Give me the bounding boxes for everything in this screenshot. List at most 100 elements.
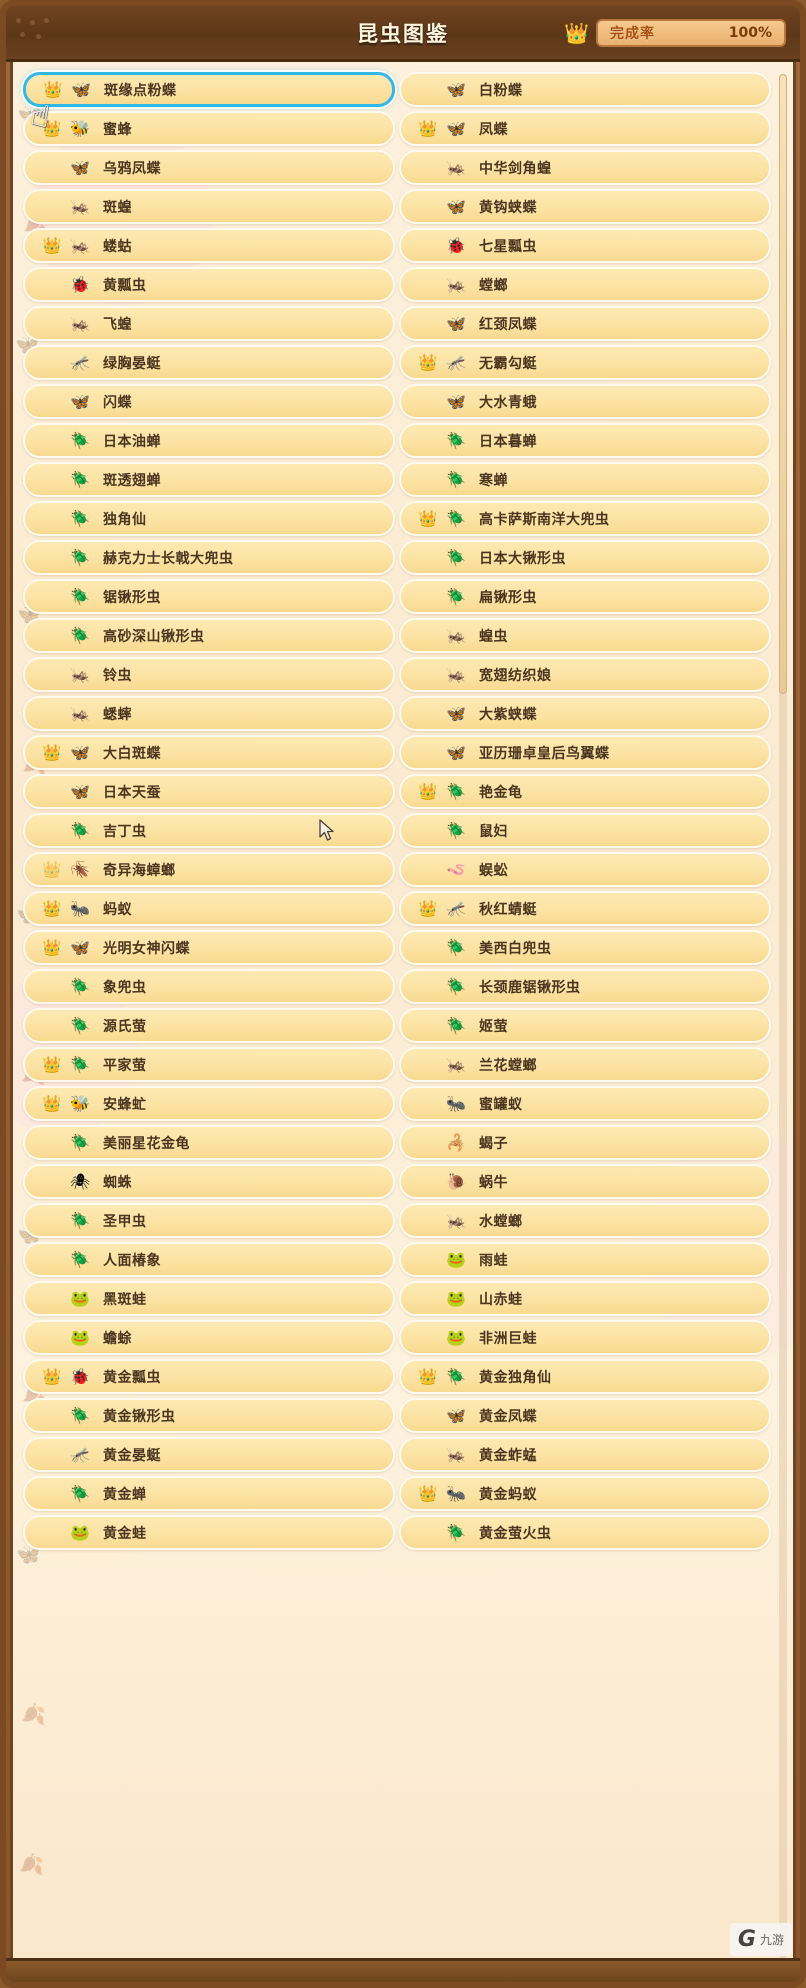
entry-row[interactable]: 👑🦋闪蝶 xyxy=(23,384,395,419)
entry-row[interactable]: 👑 🦋 斑缘点粉蝶 xyxy=(23,72,395,107)
entry-row[interactable]: 👑🦂蝎子 xyxy=(399,1125,771,1160)
insect-icon: 🦋 xyxy=(446,313,466,333)
entry-row[interactable]: 👑🪲寒蝉 xyxy=(399,462,771,497)
entry-row[interactable]: 👑🪲黄金萤火虫 xyxy=(399,1515,771,1550)
entry-row[interactable]: 👑🪲高砂深山锹形虫 xyxy=(23,618,395,653)
entry-row[interactable]: 👑🐸非洲巨蛙 xyxy=(399,1320,771,1355)
entry-row[interactable]: 👑🦋黄金凤蝶 xyxy=(399,1398,771,1433)
entry-row[interactable]: 👑🪲日本暮蝉 xyxy=(399,423,771,458)
entry-row[interactable]: 👑🪲斑透翅蝉 xyxy=(23,462,395,497)
entry-row[interactable]: 👑 🪲 平家萤 xyxy=(23,1047,395,1082)
entry-label: 亚历珊卓皇后鸟翼蝶 xyxy=(479,745,610,762)
entry-row[interactable]: 👑🦗兰花螳螂 xyxy=(399,1047,771,1082)
entry-row[interactable]: 👑🪲鼠妇 xyxy=(399,813,771,848)
entry-row[interactable]: 👑🪲美西白兜虫 xyxy=(399,930,771,965)
entry-label: 斑蝗 xyxy=(103,199,132,216)
entry-row[interactable]: 👑🦗宽翅纺织娘 xyxy=(399,657,771,692)
insect-icon: 🪲 xyxy=(70,1054,90,1074)
entry-row[interactable]: 👑🦗螳螂 xyxy=(399,267,771,302)
entry-row[interactable]: 👑🦋日本天蚕 xyxy=(23,774,395,809)
entry-list-viewport[interactable]: 👑 🦋 斑缘点粉蝶 👑 🦋 白粉蝶 👑 🐝 蜜蜂 👑 🦋 凤蝶 👑 🦋 乌鸦凤蝶 👑 🦗 中华剑角蝗 👑 🦗 斑蝗 👑 🦋 黄… xyxy=(13,62,793,1970)
entry-row[interactable]: 👑🪲黄金锹形虫 xyxy=(23,1398,395,1433)
entry-row[interactable]: 👑 🪲 黄金独角仙 xyxy=(399,1359,771,1394)
entry-row[interactable]: 👑🐸山赤蛙 xyxy=(399,1281,771,1316)
entry-label: 黄金晏蜓 xyxy=(103,1447,161,1464)
entry-row[interactable]: 👑🦗黄金蚱蜢 xyxy=(399,1437,771,1472)
entry-row[interactable]: 👑🪲独角仙 xyxy=(23,501,395,536)
entry-row[interactable]: 👑 🐝 蜜蜂 xyxy=(23,111,395,146)
insect-icon: 🦗 xyxy=(446,274,466,294)
entry-row[interactable]: 👑🐸蟾蜍 xyxy=(23,1320,395,1355)
entry-row[interactable]: 👑🦟绿胸晏蜓 xyxy=(23,345,395,380)
entry-label: 日本大锹形虫 xyxy=(479,550,566,567)
entry-row[interactable]: 👑🪲长颈鹿锯锹形虫 xyxy=(399,969,771,1004)
entry-row[interactable]: 👑🪲黄金蝉 xyxy=(23,1476,395,1511)
insect-icon: 🐸 xyxy=(446,1249,466,1269)
entry-row[interactable]: 👑🦗中华剑角蝗 xyxy=(399,150,771,185)
entry-row[interactable]: 👑 🐜 蚂蚁 xyxy=(23,891,395,926)
entry-row[interactable]: 👑🐸黄金蛙 xyxy=(23,1515,395,1550)
entry-label: 铃虫 xyxy=(103,667,132,684)
entry-row[interactable]: 👑 🪳 奇异海蟑螂 xyxy=(23,852,395,887)
entry-row[interactable]: 👑🦋白粉蝶 xyxy=(399,72,771,107)
entry-row[interactable]: 👑 🦋 凤蝶 xyxy=(399,111,771,146)
insect-icon: 🐸 xyxy=(446,1327,466,1347)
scrollbar-track[interactable] xyxy=(779,74,787,1958)
entry-row[interactable]: 👑🪲赫克力士长戟大兜虫 xyxy=(23,540,395,575)
entry-row[interactable]: 👑🪲圣甲虫 xyxy=(23,1203,395,1238)
entry-label: 吉丁虫 xyxy=(103,823,147,840)
entry-label: 黄金蚂蚁 xyxy=(479,1486,537,1503)
entry-row[interactable]: 👑🦗蝗虫 xyxy=(399,618,771,653)
entry-row[interactable]: 👑🦋黄钩蛱蝶 xyxy=(399,189,771,224)
entry-row[interactable]: 👑🦟黄金晏蜓 xyxy=(23,1437,395,1472)
entry-row[interactable]: 👑🪲扁锹形虫 xyxy=(399,579,771,614)
entry-row[interactable]: 👑🪲姬萤 xyxy=(399,1008,771,1043)
insect-icon: 🦗 xyxy=(446,625,466,645)
entry-row[interactable]: 👑🐞七星瓢虫 xyxy=(399,228,771,263)
entry-row[interactable]: 👑🦋亚历珊卓皇后鸟翼蝶 xyxy=(399,735,771,770)
entry-row[interactable]: 👑 🐞 黄金瓢虫 xyxy=(23,1359,395,1394)
entry-row[interactable]: 👑🐌蜗牛 xyxy=(399,1164,771,1199)
entry-row[interactable]: 👑 🦋 光明女神闪蝶 xyxy=(23,930,395,965)
entry-row[interactable]: 👑🐜蜜罐蚁 xyxy=(399,1086,771,1121)
entry-row[interactable]: 👑🪲锯锹形虫 xyxy=(23,579,395,614)
entry-row[interactable]: 👑🐸黑斑蛙 xyxy=(23,1281,395,1316)
entry-row[interactable]: 👑🪲日本油蝉 xyxy=(23,423,395,458)
entry-row[interactable]: 👑🦋大紫蛱蝶 xyxy=(399,696,771,731)
entry-row[interactable]: 👑🪲美丽星花金龟 xyxy=(23,1125,395,1160)
entry-row[interactable]: 👑🦗飞蝗 xyxy=(23,306,395,341)
entry-row[interactable]: 👑 🦟 秋红蜻蜓 xyxy=(399,891,771,926)
entry-row[interactable]: 👑 🪲 高卡萨斯南洋大兜虫 xyxy=(399,501,771,536)
entry-row[interactable]: 👑🪲吉丁虫 xyxy=(23,813,395,848)
entry-label: 大紫蛱蝶 xyxy=(479,706,537,723)
entry-row[interactable]: 👑🦋红颈凤蝶 xyxy=(399,306,771,341)
insect-icon: 🐞 xyxy=(446,235,466,255)
insect-icon: 🦂 xyxy=(446,1132,466,1152)
entry-row[interactable]: 👑🐞黄瓢虫 xyxy=(23,267,395,302)
entry-row[interactable]: 👑🦋乌鸦凤蝶 xyxy=(23,150,395,185)
insect-icon: 🦗 xyxy=(70,664,90,684)
entry-row[interactable]: 👑🪲源氏萤 xyxy=(23,1008,395,1043)
entry-row[interactable]: 👑🕷蜘蛛 xyxy=(23,1164,395,1199)
entry-label: 高砂深山锹形虫 xyxy=(103,628,205,645)
entry-row[interactable]: 👑🦗蟋蟀 xyxy=(23,696,395,731)
entry-row[interactable]: 👑🦗斑蝗 xyxy=(23,189,395,224)
entry-row[interactable]: 👑🪲日本大锹形虫 xyxy=(399,540,771,575)
entry-label: 黄金独角仙 xyxy=(479,1369,552,1386)
crown-icon: 👑 xyxy=(42,1055,62,1073)
entry-row[interactable]: 👑 🦋 大白斑蝶 xyxy=(23,735,395,770)
entry-row[interactable]: 👑🦋大水青蛾 xyxy=(399,384,771,419)
entry-row[interactable]: 👑🦗水螳螂 xyxy=(399,1203,771,1238)
entry-row[interactable]: 👑 🦗 蝼蛄 xyxy=(23,228,395,263)
entry-row[interactable]: 👑 🐝 安蜂虻 xyxy=(23,1086,395,1121)
entry-row[interactable]: 👑🪲象兜虫 xyxy=(23,969,395,1004)
entry-row[interactable]: 👑🪱蜈蚣 xyxy=(399,852,771,887)
entry-label: 高卡萨斯南洋大兜虫 xyxy=(479,511,610,528)
entry-row[interactable]: 👑🐸雨蛙 xyxy=(399,1242,771,1277)
scrollbar-thumb[interactable] xyxy=(779,74,787,694)
entry-row[interactable]: 👑 🐜 黄金蚂蚁 xyxy=(399,1476,771,1511)
entry-row[interactable]: 👑🦗铃虫 xyxy=(23,657,395,692)
entry-row[interactable]: 👑 🪲 艳金龟 xyxy=(399,774,771,809)
entry-row[interactable]: 👑🪲人面椿象 xyxy=(23,1242,395,1277)
entry-row[interactable]: 👑 🦟 无霸勾蜓 xyxy=(399,345,771,380)
